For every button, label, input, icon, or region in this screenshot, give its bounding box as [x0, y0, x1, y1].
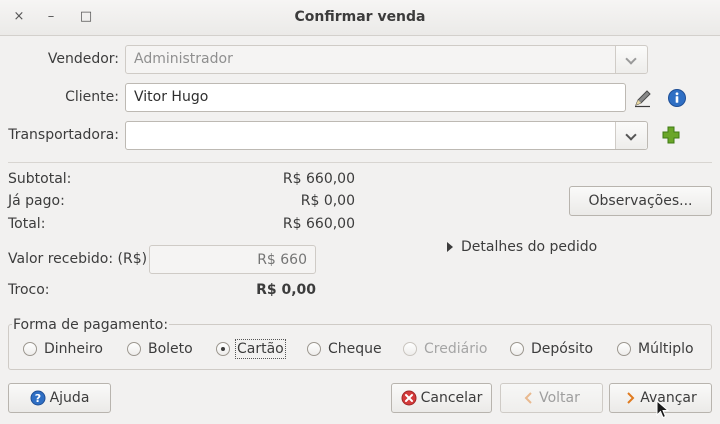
radio-label: Cartão [235, 339, 286, 359]
title-bar: × – □ Confirmar venda [0, 0, 720, 36]
detalhes-label: Detalhes do pedido [461, 239, 598, 255]
transportadora-combo[interactable] [125, 121, 648, 150]
troco-label: Troco: [8, 282, 50, 298]
cliente-value: Vitor Hugo [134, 89, 209, 105]
radio-multiplo[interactable]: Múltiplo [617, 341, 694, 357]
radio-label: Boleto [148, 341, 193, 357]
chevron-down-icon [625, 129, 637, 141]
chevron-down-icon [625, 53, 637, 65]
radio-indicator [127, 342, 141, 356]
cancelar-label: Cancelar [420, 390, 483, 406]
cancelar-button[interactable]: Cancelar [391, 383, 492, 413]
mouse-cursor-icon [656, 399, 670, 420]
subtotal-label: Subtotal: [8, 171, 72, 187]
voltar-button: Voltar [500, 383, 603, 413]
info-icon[interactable] [667, 88, 687, 108]
separator [8, 162, 712, 163]
radio-label: Múltiplo [638, 341, 694, 357]
observacoes-label: Observações... [588, 193, 693, 209]
troco-value: R$ 0,00 [256, 282, 316, 298]
radio-label: Crediário [424, 341, 488, 357]
valor-recebido-label: Valor recebido: (R$) [8, 251, 148, 267]
voltar-label: Voltar [539, 390, 580, 406]
chevron-right-icon [627, 392, 635, 404]
radio-deposito[interactable]: Depósito [510, 341, 593, 357]
chevron-left-icon [524, 392, 532, 404]
cliente-field[interactable]: Vitor Hugo [125, 83, 626, 112]
radio-dinheiro[interactable]: Dinheiro [23, 341, 103, 357]
vendedor-value: Administrador [134, 51, 233, 67]
transportadora-dropdown-button[interactable] [615, 122, 647, 149]
total-label: Total: [8, 216, 46, 232]
radio-indicator [510, 342, 524, 356]
subtotal-value: R$ 660,00 [282, 171, 355, 187]
ja-pago-value: R$ 0,00 [300, 193, 355, 209]
radio-label: Cheque [328, 341, 382, 357]
transportadora-label: Transportadora: [8, 127, 119, 143]
payment-label: Forma de pagamento: [12, 317, 170, 333]
observacoes-button[interactable]: Observações... [569, 186, 712, 216]
help-icon: ? [30, 390, 46, 406]
radio-label: Dinheiro [44, 341, 103, 357]
radio-indicator [617, 342, 631, 356]
detalhes-expander[interactable]: Detalhes do pedido [447, 239, 597, 255]
window-title: Confirmar venda [294, 9, 426, 25]
plus-icon[interactable] [661, 125, 681, 145]
radio-label: Depósito [531, 341, 594, 357]
total-value: R$ 660,00 [282, 216, 355, 232]
radio-cartao[interactable]: Cartão [216, 339, 286, 359]
valor-recebido-input[interactable] [149, 245, 316, 274]
ajuda-label: Ajuda [49, 390, 90, 406]
triangle-right-icon [447, 242, 453, 252]
vendedor-label: Vendedor: [47, 51, 119, 67]
radio-boleto[interactable]: Boleto [127, 341, 193, 357]
radio-indicator [23, 342, 37, 356]
vendedor-combo[interactable]: Administrador [125, 45, 648, 74]
radio-cheque[interactable]: Cheque [307, 341, 382, 357]
ajuda-button[interactable]: ? Ajuda [8, 383, 111, 413]
pencil-icon[interactable] [633, 88, 653, 108]
cliente-label: Cliente: [65, 89, 119, 105]
ja-pago-label: Já pago: [8, 193, 65, 209]
radio-indicator [216, 342, 230, 356]
svg-text:?: ? [34, 392, 40, 405]
radio-crediario: Crediário [403, 341, 487, 357]
radio-indicator [307, 342, 321, 356]
cancel-icon [401, 390, 417, 406]
radio-indicator [403, 342, 417, 356]
vendedor-dropdown-button[interactable] [615, 46, 647, 73]
